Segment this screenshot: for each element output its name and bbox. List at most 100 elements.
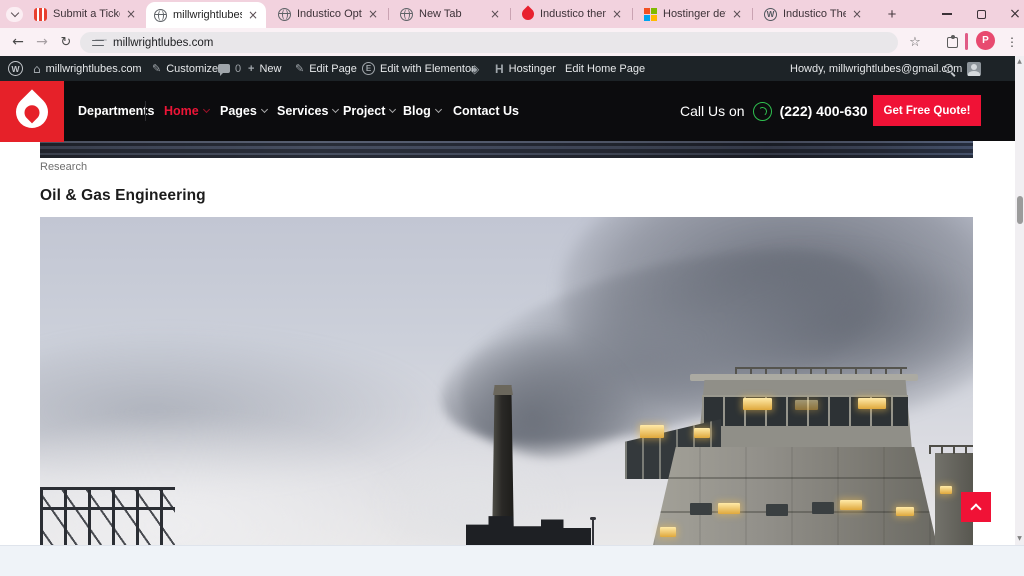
nav-departments[interactable]: Departments — [78, 81, 154, 141]
whatsapp-icon — [753, 102, 772, 121]
site-header: Departments Home Pages Services Project … — [0, 81, 1015, 141]
wp-logo-menu[interactable]: W — [8, 56, 23, 81]
forward-button[interactable]: → — [30, 30, 54, 54]
edit-page-label: Edit Page — [309, 63, 357, 75]
hostinger-label: Hostinger — [509, 63, 556, 75]
scrollbar-thumb[interactable] — [1017, 196, 1023, 224]
admin-site-name[interactable]: ⌂ millwrightlubes.com — [33, 56, 142, 81]
phone-number[interactable]: (222) 400-630 — [780, 103, 868, 119]
back-button[interactable]: ← — [6, 30, 30, 54]
section-heading: Oil & Gas Engineering — [40, 187, 206, 205]
lit-window — [640, 425, 664, 438]
call-us-label: Call Us on — [680, 103, 745, 119]
window-close-button[interactable]: × — [1000, 0, 1024, 28]
lit-window — [694, 428, 710, 438]
admin-edit-page[interactable]: ✎ Edit Page — [295, 56, 357, 81]
admin-diamond-menu[interactable]: ◈ — [470, 56, 479, 81]
tab-close-icon[interactable]: × — [732, 7, 742, 21]
tab-close-icon[interactable]: × — [126, 7, 136, 21]
site-logo[interactable] — [0, 81, 64, 142]
scrollbar-up-arrow[interactable]: ▲ — [1015, 58, 1024, 66]
lamp-post — [592, 520, 594, 545]
tab-title: Industico Options ‹ n — [297, 8, 362, 20]
admin-comments[interactable]: 0 — [218, 56, 241, 81]
tab-close-icon[interactable]: × — [612, 7, 622, 21]
microsoft-favicon-icon — [644, 8, 657, 21]
building-body — [653, 447, 937, 545]
flame-logo-icon — [9, 89, 54, 134]
tab-close-icon[interactable]: × — [852, 7, 862, 21]
new-label: New — [259, 63, 281, 75]
tab-submit-ticket[interactable]: Submit a Ticket - #19 × — [26, 0, 144, 28]
new-tab-button[interactable]: + — [882, 4, 902, 24]
window-maximize-button[interactable] — [966, 0, 996, 28]
nav-blog[interactable]: Blog — [403, 81, 441, 141]
tab-search-button[interactable] — [6, 7, 23, 22]
pencil-icon: ✎ — [295, 62, 304, 75]
flame-inner — [21, 101, 42, 122]
tab-close-icon[interactable]: × — [368, 7, 378, 21]
lit-window — [896, 507, 914, 516]
get-free-quote-button[interactable]: Get Free Quote! — [873, 95, 981, 126]
hostinger-icon: H — [495, 62, 504, 76]
address-bar[interactable]: millwrightlubes.com — [80, 32, 898, 53]
chevron-down-icon — [435, 106, 442, 113]
desktop: Submit a Ticket - #19 × millwrightlubes.… — [0, 0, 1024, 576]
maximize-icon — [977, 10, 986, 19]
minimize-icon — [942, 13, 952, 15]
nav-project[interactable]: Project — [343, 81, 395, 141]
nav-home[interactable]: Home — [164, 81, 209, 141]
chevron-down-icon — [332, 106, 339, 113]
admin-edit-home-page[interactable]: Edit Home Page — [565, 56, 645, 81]
tab-industico-options[interactable]: Industico Options ‹ n × — [270, 0, 386, 28]
wordpress-favicon-icon: W — [764, 8, 777, 21]
tab-close-icon[interactable]: × — [248, 8, 258, 22]
admin-customize[interactable]: ✎ Customize — [152, 56, 218, 81]
tab-title: Industico theme doc — [540, 8, 606, 20]
admin-hostinger[interactable]: H Hostinger — [495, 56, 556, 81]
browser-tabstrip: Submit a Ticket - #19 × millwrightlubes.… — [0, 0, 1024, 28]
scroll-to-top-button[interactable] — [961, 492, 991, 522]
lit-window — [795, 400, 818, 410]
lit-window — [940, 486, 952, 494]
site-info-icon[interactable] — [92, 38, 104, 48]
lit-window — [743, 398, 772, 410]
site-name-label: millwrightlubes.com — [46, 63, 142, 75]
browser-menu-icon[interactable]: ⋮ — [1000, 30, 1024, 54]
comment-bubble-icon — [218, 64, 230, 73]
nav-services[interactable]: Services — [277, 81, 338, 141]
call-us-group: Call Us on (222) 400-630 — [680, 81, 868, 141]
extensions-icon[interactable] — [940, 30, 964, 54]
tab-hostinger-details[interactable]: Hostinger details × — [636, 0, 750, 28]
nav-label: Blog — [403, 104, 431, 118]
bookmark-star-icon[interactable]: ☆ — [903, 30, 927, 54]
wordpress-logo-icon: W — [8, 61, 23, 76]
lit-window — [840, 500, 862, 510]
profile-avatar[interactable]: P — [976, 31, 995, 50]
window-minimize-button[interactable] — [932, 0, 962, 28]
image-caption: Research — [40, 161, 87, 173]
scrollbar-down-arrow[interactable]: ▼ — [1015, 535, 1024, 543]
admin-edit-with-elementor[interactable]: E Edit with Elementor — [362, 56, 475, 81]
tab-industico-theme-plugin[interactable]: W Industico Theme Plu × — [756, 0, 870, 28]
tab-close-icon[interactable]: × — [490, 7, 500, 21]
dark-window — [812, 502, 834, 514]
nav-pages[interactable]: Pages — [220, 81, 267, 141]
admin-new[interactable]: + New — [248, 56, 281, 81]
dark-window — [766, 504, 788, 516]
lit-window — [718, 503, 740, 514]
nav-contact-us[interactable]: Contact Us — [453, 81, 519, 141]
tab-industico-theme-doc[interactable]: Industico theme doc × — [514, 0, 630, 28]
diamond-icon: ◈ — [470, 62, 479, 76]
tab-new-tab[interactable]: New Tab × — [392, 0, 508, 28]
comments-count: 0 — [235, 63, 241, 75]
tab-title: millwrightlubes.com — [173, 9, 242, 21]
howdy-label: Howdy, millwrightlubes@gmail.com — [790, 63, 962, 75]
reload-button[interactable]: ↻ — [54, 30, 78, 54]
oil-gas-hero-image — [40, 217, 973, 545]
admin-search[interactable] — [944, 56, 953, 81]
tab-millwrightlubes-active[interactable]: millwrightlubes.com × — [146, 2, 266, 28]
page-scrollbar[interactable]: ▲ ▼ — [1015, 56, 1024, 545]
tab-separator — [388, 8, 389, 20]
nav-label: Pages — [220, 104, 257, 118]
